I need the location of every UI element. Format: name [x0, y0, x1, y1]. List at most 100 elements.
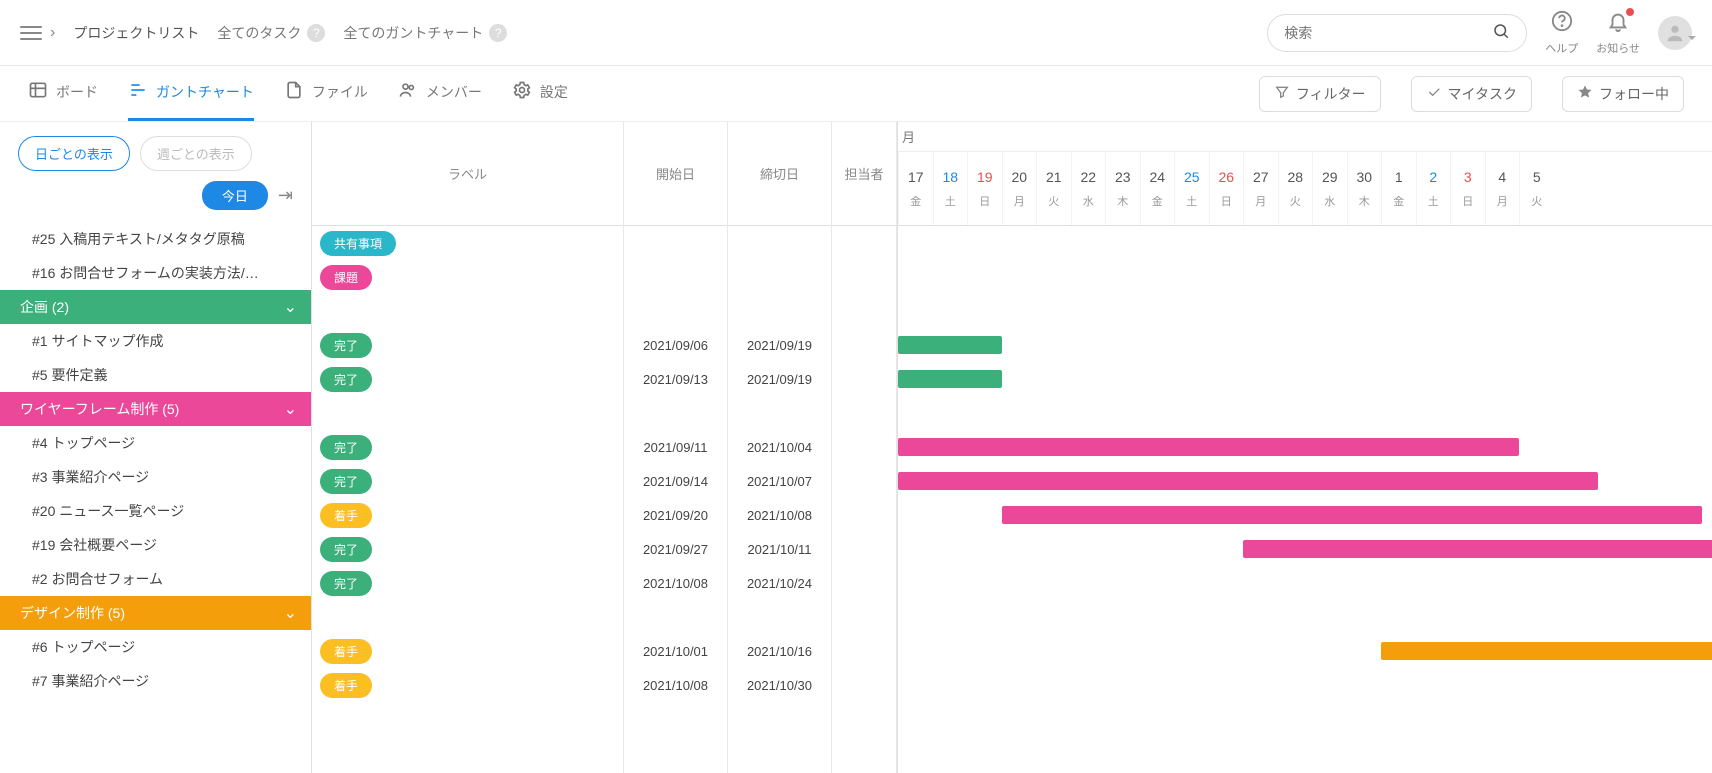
day-number: 24: [1149, 169, 1165, 185]
tab-member[interactable]: メンバー: [398, 66, 482, 121]
tab-file[interactable]: ファイル: [284, 66, 368, 121]
timeline[interactable]: 月 17金18土19日20月21火22水23木24金25土26日27月28火29…: [898, 122, 1712, 773]
chevron-down-icon: ⌄: [284, 603, 297, 623]
day-number: 28: [1287, 169, 1303, 185]
timeline-row: [898, 464, 1712, 498]
group-row[interactable]: 企画 (2)⌄: [0, 290, 311, 324]
timeline-day[interactable]: 4月: [1485, 152, 1520, 225]
gantt-bar[interactable]: [898, 472, 1598, 490]
group-spacer: [832, 294, 896, 328]
gantt-bar[interactable]: [1002, 506, 1702, 524]
gantt-bar[interactable]: [1381, 642, 1712, 660]
chip-label: フィルター: [1296, 84, 1366, 104]
search-box[interactable]: [1267, 14, 1527, 52]
gantt-bar[interactable]: [898, 370, 1002, 388]
owner-cell: [832, 498, 896, 532]
group-row[interactable]: ワイヤーフレーム制作 (5) ⌄: [0, 392, 311, 426]
timeline-day[interactable]: 27 月: [1243, 152, 1278, 225]
notification-dot-icon: [1626, 8, 1634, 16]
gantt-bar[interactable]: [898, 336, 1002, 354]
timeline-day[interactable]: 3日: [1450, 152, 1485, 225]
timeline-day[interactable]: 28火: [1278, 152, 1313, 225]
gantt-bar[interactable]: [898, 438, 1519, 456]
timeline-day[interactable]: 19日: [967, 152, 1002, 225]
task-row[interactable]: #16 お問合せフォームの実装方法/…: [0, 256, 311, 290]
day-number: 27: [1253, 169, 1269, 185]
task-row[interactable]: #6 トップページ: [0, 630, 311, 664]
tab-board[interactable]: ボード: [28, 66, 98, 121]
breadcrumb[interactable]: プロジェクトリスト: [73, 23, 199, 43]
task-row[interactable]: #1 サイトマップ作成: [0, 324, 311, 358]
menu-icon[interactable]: [20, 26, 42, 40]
timeline-day[interactable]: 26日: [1209, 152, 1244, 225]
avatar[interactable]: [1658, 16, 1692, 50]
collapse-left-icon[interactable]: ⇥: [278, 185, 293, 206]
chip-label: マイタスク: [1448, 84, 1517, 104]
group-spacer: [312, 600, 623, 634]
timeline-day[interactable]: 23木: [1105, 152, 1140, 225]
timeline-day[interactable]: 2土: [1416, 152, 1451, 225]
label-cell: 着手: [312, 634, 623, 668]
group-spacer: [832, 600, 896, 634]
timeline-day[interactable]: 1金: [1381, 152, 1416, 225]
question-icon: [1551, 10, 1573, 38]
help-action[interactable]: ヘルプ: [1545, 10, 1578, 56]
task-row[interactable]: #25 入稿用テキスト/メタタグ原稿: [0, 222, 311, 256]
timeline-day[interactable]: 20月: [1002, 152, 1037, 225]
timeline-day[interactable]: 30木: [1347, 152, 1382, 225]
owner-cell: [832, 634, 896, 668]
notify-action[interactable]: お知らせ: [1596, 10, 1640, 56]
group-row[interactable]: デザイン制作 (5)⌄: [0, 596, 311, 630]
timeline-header: 月 17金18土19日20月21火22水23木24金25土26日27月28火29…: [898, 122, 1712, 226]
chevron-down-icon: ⌄: [284, 399, 297, 419]
owner-cell: [832, 464, 896, 498]
timeline-row: [898, 294, 1712, 328]
timeline-day[interactable]: 24金: [1140, 152, 1175, 225]
day-of-week: 木: [1117, 193, 1128, 209]
day-of-week: 日: [1462, 193, 1473, 209]
view-day-button[interactable]: 日ごとの表示: [18, 136, 130, 171]
help-icon: ?: [307, 24, 325, 42]
view-week-button[interactable]: 週ごとの表示: [140, 136, 252, 171]
task-row[interactable]: #2 お問合せフォーム: [0, 562, 311, 596]
today-button[interactable]: 今日: [202, 181, 268, 210]
task-row[interactable]: #19 会社概要ページ: [0, 528, 311, 562]
start-cell: 2021/10/08: [624, 668, 727, 702]
start-cell: 2021/09/13: [624, 362, 727, 396]
group-spacer: [312, 396, 623, 430]
gantt-bar[interactable]: [1243, 540, 1712, 558]
end-cell: 2021/10/30: [728, 668, 831, 702]
task-list: #25 入稿用テキスト/メタタグ原稿#16 お問合せフォームの実装方法/…企画 …: [0, 222, 311, 773]
mytask-button[interactable]: マイタスク: [1411, 76, 1532, 112]
timeline-row: [898, 566, 1712, 600]
timeline-day[interactable]: 17金: [898, 152, 933, 225]
follow-button[interactable]: フォロー中: [1562, 76, 1684, 112]
timeline-day[interactable]: 18土: [933, 152, 968, 225]
task-row[interactable]: #3 事業紹介ページ: [0, 460, 311, 494]
timeline-day[interactable]: 29水: [1312, 152, 1347, 225]
timeline-day[interactable]: 25土: [1174, 152, 1209, 225]
filter-button[interactable]: フィルター: [1259, 76, 1381, 112]
view-controls: 日ごとの表示 週ごとの表示: [0, 122, 311, 181]
search-input[interactable]: [1284, 25, 1492, 41]
end-cell: 2021/10/04: [728, 430, 831, 464]
timeline-day[interactable]: 5火: [1519, 152, 1554, 225]
timeline-day[interactable]: 21火: [1036, 152, 1071, 225]
timeline-row: [898, 362, 1712, 396]
task-row[interactable]: #7 事業紹介ページ: [0, 664, 311, 698]
tab-settings[interactable]: 設定: [512, 66, 568, 121]
owner-cell: [832, 532, 896, 566]
status-badge: 完了: [320, 333, 372, 358]
day-number: 18: [942, 169, 958, 185]
timeline-day[interactable]: 22水: [1071, 152, 1106, 225]
link-all-tasks[interactable]: 全てのタスク ?: [217, 23, 325, 43]
day-of-week: 火: [1048, 193, 1059, 209]
task-row[interactable]: #4 トップページ: [0, 426, 311, 460]
day-of-week: 月: [1255, 193, 1266, 209]
end-cell: [728, 226, 831, 260]
task-row[interactable]: #5 要件定義: [0, 358, 311, 392]
link-all-gantt[interactable]: 全てのガントチャート ?: [343, 23, 507, 43]
task-row[interactable]: #20 ニュース一覧ページ: [0, 494, 311, 528]
group-title: ワイヤーフレーム制作 (5): [20, 399, 179, 419]
tab-gantt[interactable]: ガントチャート: [128, 66, 254, 121]
